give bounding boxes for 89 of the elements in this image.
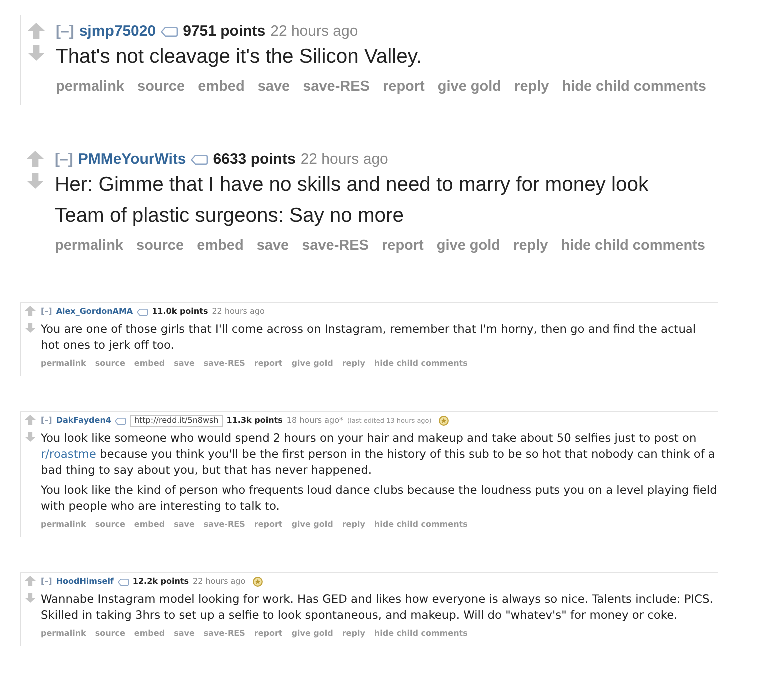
timestamp-text: 22 hours ago: [300, 151, 388, 169]
comment-action-link[interactable]: source: [95, 628, 126, 640]
comment-action-link[interactable]: give gold: [292, 519, 334, 531]
comment-action-link[interactable]: reply: [342, 628, 366, 640]
comment-action-link[interactable]: permalink: [41, 519, 86, 531]
comment-action-link[interactable]: save-RES: [204, 628, 246, 640]
comment-text: Her: Gimme that I have no skills and need to marry for money look: [55, 173, 650, 197]
username-link[interactable]: DakFayden4: [56, 415, 112, 427]
comment-action-link[interactable]: give gold: [438, 78, 502, 96]
upvote-arrow-icon[interactable]: [25, 576, 36, 586]
comment-action-link[interactable]: save: [256, 237, 290, 255]
comment-action-link[interactable]: embed: [134, 519, 166, 531]
comment-action-link[interactable]: save-RES: [204, 519, 246, 531]
comment-action-link[interactable]: report: [254, 628, 283, 640]
comment-action-link[interactable]: report: [382, 237, 424, 255]
comment-action-link[interactable]: permalink: [55, 237, 124, 255]
comment-action-link[interactable]: source: [138, 78, 186, 96]
downvote-arrow-icon[interactable]: [28, 45, 45, 61]
comment-action-link[interactable]: embed: [134, 358, 166, 370]
timestamp-text: 22 hours ago: [212, 306, 265, 318]
points-text: 6633 points: [213, 151, 296, 169]
downvote-arrow-icon[interactable]: [25, 432, 36, 442]
tag-icon[interactable]: [191, 155, 208, 165]
comment-action-link[interactable]: give gold: [292, 628, 334, 640]
comment-action-link[interactable]: save-RES: [204, 358, 246, 370]
comment-text: Team of plastic surgeons: Say no more: [55, 204, 405, 228]
comment-action-link[interactable]: give gold: [436, 237, 501, 255]
comment-action-link[interactable]: source: [136, 237, 184, 255]
comment-action-link[interactable]: reply: [342, 519, 366, 531]
comment-action-link[interactable]: hide child comments: [561, 237, 706, 255]
comment-action-link[interactable]: permalink: [41, 358, 86, 370]
comment-action-link[interactable]: save-RES: [303, 78, 370, 96]
comment-action-link[interactable]: reply: [342, 358, 366, 370]
collapse-toggle[interactable]: [–]: [41, 576, 52, 588]
comment-action-link[interactable]: report: [254, 358, 283, 370]
username-link[interactable]: HoodHimself: [56, 576, 114, 588]
points-text: 11.3k points: [226, 415, 283, 427]
comment-action-link[interactable]: embed: [198, 78, 245, 96]
tag-icon[interactable]: [118, 578, 129, 586]
comment-text: Wannabe Instagram model looking for work. Has GED and likes how everyone is always so nice. Talents include: PICS. Skilled in taking 3hrs to set up a selfie to look spontaneous, and makeup. Will do "whatev's" for money or coke.: [41, 591, 714, 623]
username-link[interactable]: PMMeYourWits: [78, 151, 186, 169]
comment-action-link[interactable]: save: [174, 628, 195, 640]
comment-action-link[interactable]: report: [382, 78, 425, 96]
subreddit-link[interactable]: r/roastme: [41, 447, 96, 461]
comment-text: You are one of those girls that I'll come across on Instagram, remember that I'm horny, then go and find the actual hot ones to jerk off too.: [41, 321, 698, 353]
comment-action-link[interactable]: hide child comments: [374, 628, 468, 640]
comment-action-link[interactable]: permalink: [41, 628, 86, 640]
points-text: 9751 points: [183, 23, 266, 41]
points-text: 12.2k points: [132, 576, 190, 588]
points-text: 11.0k points: [152, 306, 208, 318]
comment-action-link[interactable]: reply: [514, 237, 548, 255]
timestamp-text: 22 hours ago: [193, 576, 246, 588]
comment-action-link[interactable]: source: [95, 358, 126, 370]
downvote-arrow-icon[interactable]: [27, 173, 44, 189]
comment-action-link[interactable]: source: [95, 519, 126, 531]
timestamp-text: 18 hours ago*: [286, 415, 344, 427]
downvote-arrow-icon[interactable]: [25, 323, 36, 333]
tag-icon[interactable]: [115, 418, 126, 424]
shortlink-field[interactable]: http://redd.it/5n8wsh: [130, 415, 223, 427]
collapse-toggle[interactable]: [–]: [41, 415, 52, 427]
comment-action-link[interactable]: reply: [514, 78, 550, 96]
username-link[interactable]: Alex_GordonAMA: [56, 306, 134, 318]
tag-icon[interactable]: [137, 308, 148, 316]
collapse-toggle[interactable]: [–]: [41, 306, 52, 318]
collapse-toggle[interactable]: [–]: [55, 151, 74, 169]
comment-text: You look like the kind of person who frequents loud dance clubs because the loudness puts you on a level playing field with people who are interesting to talk to.: [41, 482, 718, 514]
comment-text: That's not cleavage it's the Silicon Valley.: [56, 45, 424, 69]
comment-action-link[interactable]: give gold: [292, 358, 334, 370]
tag-icon[interactable]: [161, 27, 178, 37]
comment-action-link[interactable]: report: [254, 519, 283, 531]
upvote-arrow-icon[interactable]: [25, 306, 36, 316]
comment-action-link[interactable]: hide child comments: [562, 78, 706, 96]
collapse-toggle[interactable]: [–]: [56, 23, 74, 41]
upvote-arrow-icon[interactable]: [28, 23, 45, 39]
timestamp-text: 22 hours ago: [270, 23, 358, 41]
username-link[interactable]: sjmp75020: [79, 23, 156, 41]
comment-action-link[interactable]: hide child comments: [374, 519, 468, 531]
comment-action-link[interactable]: embed: [197, 237, 244, 255]
comment-action-link[interactable]: embed: [134, 628, 166, 640]
comment-action-link[interactable]: save: [174, 519, 195, 531]
comment-action-link[interactable]: save: [258, 78, 290, 96]
comment-text: You look like someone who would spend 2 hours on your hair and makeup and take about 50 selfies just to post on r/roastme because you think you'll be the first person in the history of this sub to be so hot that nobody can think of a bad thing to say about you, but that has never happened.: [41, 430, 716, 478]
upvote-arrow-icon[interactable]: [25, 415, 36, 425]
upvote-arrow-icon[interactable]: [27, 151, 44, 167]
comment-action-link[interactable]: save-RES: [302, 237, 369, 255]
comment-action-link[interactable]: hide child comments: [374, 358, 468, 370]
comment-action-link[interactable]: save: [174, 358, 195, 370]
comment-action-link[interactable]: permalink: [56, 78, 124, 96]
downvote-arrow-icon[interactable]: [25, 593, 36, 603]
